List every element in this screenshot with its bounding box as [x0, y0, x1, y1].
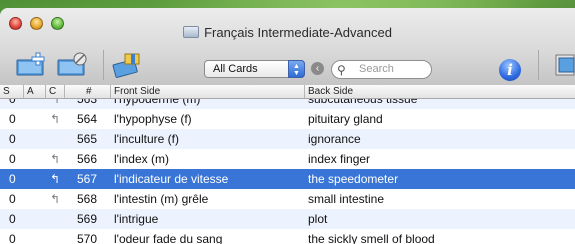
cell-c [49, 229, 61, 244]
window-title-text: Français Intermediate-Advanced [204, 25, 392, 40]
app-window: Français Intermediate-Advanced All Cards… [0, 8, 575, 244]
cell-number: 570 [76, 232, 97, 244]
study-cards-icon [112, 53, 140, 78]
cell-front-side: l'odeur fade du sang [114, 232, 223, 244]
table-row[interactable]: 0 ↰ 563 l'hypoderme (m) subcutaneous tis… [0, 99, 575, 109]
cell-s: 0 [9, 172, 16, 186]
info-icon[interactable]: i [499, 59, 521, 81]
cell-back-side: pituitary gland [308, 112, 383, 126]
cell-back-side: index finger [308, 152, 371, 166]
table-row[interactable]: 0 570 l'odeur fade du sang the sickly sm… [0, 229, 575, 244]
toolbar-separator [103, 50, 104, 80]
cell-s: 0 [9, 112, 16, 126]
cell-s: 0 [9, 152, 16, 166]
window-title: Français Intermediate-Advanced [0, 25, 575, 41]
column-header-a[interactable]: A [24, 85, 46, 98]
cell-number: 566 [76, 152, 97, 166]
column-header-front-side[interactable]: Front Side [111, 85, 305, 98]
cell-front-side: l'hypophyse (f) [114, 112, 192, 126]
delete-card-icon [57, 52, 87, 76]
select-arrows-icon: ▲ ▼ [288, 60, 305, 78]
add-card-button[interactable] [15, 52, 49, 78]
cell-back-side: subcutaneous tissue [308, 99, 418, 106]
search-field[interactable]: ⚲ Search [331, 60, 432, 79]
search-icon: ⚲ [337, 63, 346, 77]
cards-table: 0 ↰ 563 l'hypoderme (m) subcutaneous tis… [0, 99, 575, 244]
table-row[interactable]: 0 569 l'intrigue plot [0, 209, 575, 229]
column-header-s[interactable]: S [0, 85, 24, 98]
table-row[interactable]: 0 ↰ 568 l'intestin (m) grêle small intes… [0, 189, 575, 209]
cell-number: 563 [76, 99, 97, 106]
cell-front-side: l'hypoderme (m) [114, 99, 201, 106]
document-proxy-icon [183, 26, 200, 38]
cell-c [49, 209, 61, 229]
toolbar-separator [538, 50, 539, 80]
cell-back-side: the sickly smell of blood [308, 232, 435, 244]
table-row[interactable]: 0 ↰ 566 l'index (m) index finger [0, 149, 575, 169]
column-header-number[interactable]: # [65, 85, 111, 98]
cell-c [49, 129, 61, 149]
reverse-arrow-icon: ↰ [49, 152, 61, 166]
delete-card-button[interactable] [56, 52, 90, 78]
cell-number: 569 [76, 212, 97, 226]
reverse-arrow-icon: ↰ [49, 112, 61, 126]
reverse-arrow-icon: ↰ [49, 172, 61, 186]
add-card-icon [16, 52, 45, 76]
back-arrow-icon[interactable]: ‹ [311, 62, 324, 75]
stack-icon-graphic [555, 54, 575, 76]
cell-number: 565 [76, 132, 97, 146]
stack-icon[interactable] [550, 52, 575, 78]
table-row-selected[interactable]: 0 ↰ 567 l'indicateur de vitesse the spee… [0, 169, 575, 189]
cell-back-side: ignorance [308, 132, 361, 146]
cell-number: 568 [76, 192, 97, 206]
reverse-arrow-icon: ↰ [49, 192, 61, 206]
cell-s: 0 [9, 132, 16, 146]
cell-front-side: l'index (m) [114, 152, 169, 166]
search-placeholder: Search [359, 63, 394, 75]
column-header-c[interactable]: C [46, 85, 65, 98]
cell-back-side: small intestine [308, 192, 385, 206]
cell-front-side: l'inculture (f) [114, 132, 179, 146]
reverse-arrow-icon: ↰ [49, 99, 61, 106]
card-filter-select[interactable]: All Cards ▲ ▼ [204, 60, 305, 78]
table-row[interactable]: 0 565 l'inculture (f) ignorance [0, 129, 575, 149]
card-filter-value: All Cards [213, 63, 258, 75]
cell-s: 0 [9, 99, 16, 106]
cell-s: 0 [9, 192, 16, 206]
column-header-back-side[interactable]: Back Side [305, 85, 575, 98]
cell-s: 0 [9, 232, 16, 244]
cell-front-side: l'indicateur de vitesse [114, 172, 229, 186]
table-header: S A C # Front Side Back Side [0, 85, 575, 99]
toolbar: Français Intermediate-Advanced All Cards… [0, 8, 575, 86]
cell-s: 0 [9, 212, 16, 226]
cell-number: 564 [76, 112, 97, 126]
cell-front-side: l'intrigue [114, 212, 159, 226]
study-cards-button[interactable] [111, 52, 145, 78]
table-row[interactable]: 0 ↰ 564 l'hypophyse (f) pituitary gland [0, 109, 575, 129]
cell-front-side: l'intestin (m) grêle [114, 192, 209, 206]
cell-number: 567 [76, 172, 97, 186]
cell-back-side: plot [308, 212, 328, 226]
cell-back-side: the speedometer [308, 172, 399, 186]
